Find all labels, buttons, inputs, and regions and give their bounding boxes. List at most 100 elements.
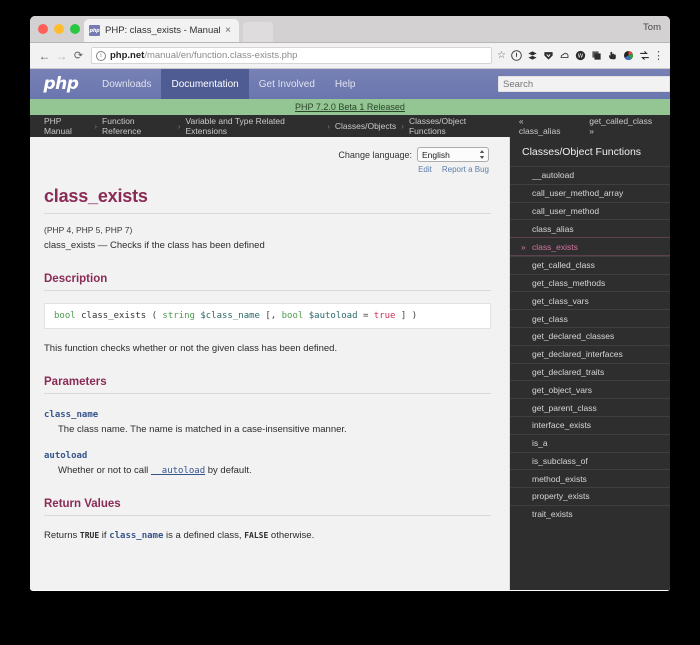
sidebar-item-property-exists[interactable]: property_exists <box>510 487 670 505</box>
breadcrumb-item-php-manual[interactable]: PHP Manual <box>44 116 89 136</box>
sidebar-item---autoload[interactable]: __autoload <box>510 166 670 184</box>
sidebar-item-label: property_exists <box>532 491 590 502</box>
report-bug-link[interactable]: Report a Bug <box>442 165 489 174</box>
return-text-part3: is a defined class, <box>163 530 245 541</box>
browser-tab-active[interactable]: php PHP: class_exists - Manual × <box>84 19 239 42</box>
url-path: /manual/en/function.class-exists.php <box>144 50 298 61</box>
sidebar-item-get-declared-classes[interactable]: get_declared_classes <box>510 327 670 345</box>
forward-icon[interactable]: → <box>53 47 70 64</box>
breadcrumb-separator-icon: › <box>401 121 404 131</box>
sidebar-item-label: class_alias <box>532 223 574 234</box>
sidebar-item-label: is_subclass_of <box>532 455 588 466</box>
sidebar-item-get-class-vars[interactable]: get_class_vars <box>510 291 670 309</box>
nav-item-documentation[interactable]: Documentation <box>161 69 249 99</box>
sidebar-item-label: get_object_vars <box>532 384 593 395</box>
announcement-bar: PHP 7.2.0 Beta 1 Released <box>30 99 670 115</box>
nav-item-downloads[interactable]: Downloads <box>92 69 161 99</box>
php-logo[interactable]: php <box>30 69 92 99</box>
signature-open-paren: ( <box>151 311 157 321</box>
sidebar-item-get-parent-class[interactable]: get_parent_class <box>510 398 670 416</box>
section-heading-return-values: Return Values <box>44 498 491 516</box>
reload-icon[interactable]: ⟳ <box>70 47 87 64</box>
sidebar-item-label: get_class <box>532 313 568 324</box>
sync-icon[interactable] <box>638 50 650 62</box>
breadcrumb-item-variable-and-type-related-extensions[interactable]: Variable and Type Related Extensions <box>185 116 322 136</box>
return-text-part1: Returns <box>44 530 80 541</box>
sidebar-item-call-user-method[interactable]: call_user_method <box>510 201 670 220</box>
sidebar-function-list: __autoload call_user_method_array call_use… <box>510 166 670 523</box>
sidebar-item-is-subclass-of[interactable]: is_subclass_of <box>510 451 670 470</box>
site-search-wrap <box>498 69 670 99</box>
sidebar-item-get-class[interactable]: get_class <box>510 309 670 327</box>
sidebar-item-class-exists[interactable]: class_exists <box>510 237 670 256</box>
function-purpose: class_exists — Checks if the class has b… <box>44 240 265 251</box>
sidebar-item-label: get_declared_traits <box>532 366 605 377</box>
language-select[interactable]: English <box>417 147 489 162</box>
autoload-link[interactable]: __autoload <box>151 466 205 476</box>
sidebar-item-label: method_exists <box>532 473 587 484</box>
browser-menu-icon[interactable]: ⋮ <box>653 49 664 62</box>
signature-param2-name: $autoload <box>308 311 358 321</box>
sidebar-item-call-user-method-array[interactable]: call_user_method_array <box>510 183 670 202</box>
browser-window: php PHP: class_exists - Manual × Tom ← →… <box>30 16 670 591</box>
return-text-part4: otherwise. <box>268 530 315 541</box>
return-text-part2: if <box>99 530 110 541</box>
shield-icon[interactable] <box>510 50 522 62</box>
maximize-window-button[interactable] <box>70 24 80 34</box>
minimize-window-button[interactable] <box>54 24 64 34</box>
bookmark-star-icon[interactable]: ☆ <box>497 50 506 61</box>
edit-link[interactable]: Edit <box>418 165 432 174</box>
page-viewport: php Downloads Documentation Get Involved… <box>30 69 670 590</box>
sidebar-item-label: get_declared_classes <box>532 331 615 342</box>
cloud-icon[interactable] <box>558 50 570 62</box>
parameter-desc-text-before: Whether or not to call <box>58 465 151 476</box>
page-body: Change language: English Edit Report a B… <box>30 137 670 590</box>
layers-icon[interactable] <box>526 50 538 62</box>
close-tab-icon[interactable]: × <box>222 25 234 36</box>
url-domain: php.net <box>110 50 145 61</box>
back-icon[interactable]: ← <box>36 47 53 64</box>
wiki-icon[interactable]: W <box>574 50 586 62</box>
profile-name-label[interactable]: Tom <box>643 22 661 33</box>
next-page-link[interactable]: get_called_class » <box>589 116 656 136</box>
extension-icon-row: W <box>510 50 650 62</box>
sidebar-item-get-declared-interfaces[interactable]: get_declared_interfaces <box>510 344 670 363</box>
breadcrumb-separator-icon: › <box>327 121 330 131</box>
color-wheel-icon[interactable] <box>622 50 634 62</box>
prev-page-link[interactable]: « class_alias <box>519 116 565 136</box>
parameter-desc-text-after: by default. <box>205 465 252 476</box>
function-sidebar: Classes/Object Functions __autoload call_… <box>510 137 670 590</box>
signature-optional-open: [, <box>265 311 277 321</box>
breadcrumb-item-classes-objects[interactable]: Classes/Objects <box>335 121 396 131</box>
sidebar-item-interface-exists[interactable]: interface_exists <box>510 415 670 434</box>
signature-param2-default: true <box>373 311 396 321</box>
announcement-link[interactable]: PHP 7.2.0 Beta 1 Released <box>295 102 405 112</box>
breadcrumb-item-classes-object-functions[interactable]: Classes/Object Functions <box>409 116 501 136</box>
language-select-value: English <box>422 149 450 160</box>
sidebar-item-get-declared-traits[interactable]: get_declared_traits <box>510 362 670 381</box>
copy-icon[interactable] <box>590 50 602 62</box>
return-values-text: Returns TRUE if class_name is a defined … <box>44 530 491 541</box>
sidebar-item-get-called-class[interactable]: get_called_class <box>510 255 670 274</box>
signature-param2-type: bool <box>281 311 304 321</box>
sidebar-item-get-object-vars[interactable]: get_object_vars <box>510 380 670 398</box>
hand-icon[interactable] <box>606 50 618 62</box>
nav-item-help[interactable]: Help <box>325 69 366 99</box>
breadcrumb-item-function-reference[interactable]: Function Reference <box>102 116 173 136</box>
sidebar-item-get-class-methods[interactable]: get_class_methods <box>510 273 670 292</box>
sidebar-item-class-alias[interactable]: class_alias <box>510 219 670 237</box>
breadcrumb-separator-icon: › <box>94 121 98 131</box>
shield-down-icon[interactable] <box>542 50 554 62</box>
section-heading-parameters: Parameters <box>44 376 491 394</box>
sidebar-item-method-exists[interactable]: method_exists <box>510 469 670 487</box>
new-tab-button[interactable] <box>243 22 273 42</box>
close-window-button[interactable] <box>38 24 48 34</box>
sidebar-item-is-a[interactable]: is_a <box>510 433 670 452</box>
sidebar-item-label: call_user_method <box>532 205 600 216</box>
sidebar-item-trait-exists[interactable]: trait_exists <box>510 504 670 523</box>
nav-item-get-involved[interactable]: Get Involved <box>249 69 325 99</box>
site-info-icon[interactable]: i <box>96 50 106 61</box>
site-search-input[interactable] <box>498 76 670 92</box>
address-bar[interactable]: i php.net/manual/en/function.class-exist… <box>91 47 493 64</box>
